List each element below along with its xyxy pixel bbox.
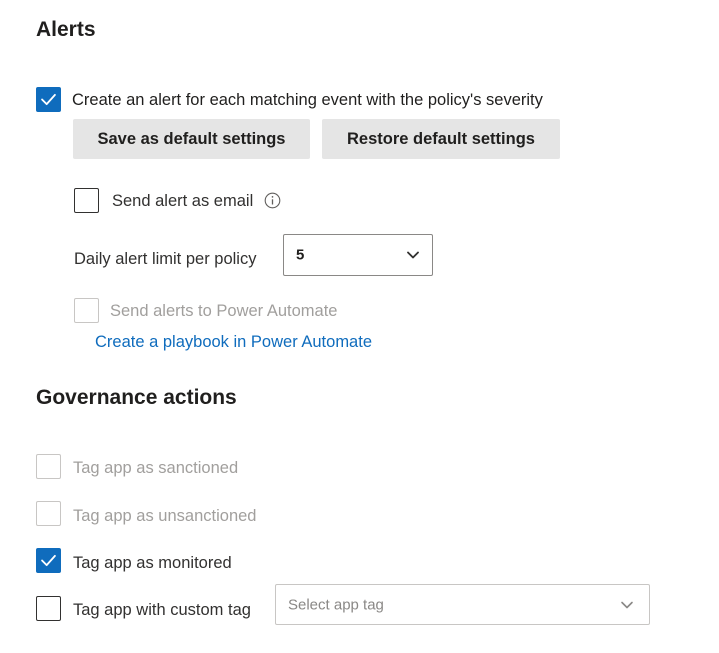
send-email-checkbox[interactable] xyxy=(74,188,99,213)
create-alert-checkbox[interactable] xyxy=(36,87,61,112)
alerts-section-title: Alerts xyxy=(36,18,96,41)
power-automate-checkbox xyxy=(74,298,99,323)
create-alert-label: Create an alert for each matching event … xyxy=(72,91,543,109)
save-default-settings-button[interactable]: Save as default settings xyxy=(73,119,310,159)
tag-sanctioned-label: Tag app as sanctioned xyxy=(73,459,239,477)
chevron-down-icon xyxy=(407,251,419,259)
daily-alert-limit-value: 5 xyxy=(296,246,305,264)
custom-tag-placeholder: Select app tag xyxy=(288,596,384,613)
info-icon[interactable] xyxy=(264,192,281,209)
tag-custom-label: Tag app with custom tag xyxy=(73,601,251,619)
checkmark-icon xyxy=(41,93,56,106)
custom-tag-dropdown[interactable]: Select app tag xyxy=(275,584,650,625)
send-email-label: Send alert as email xyxy=(112,192,254,210)
checkmark-icon xyxy=(41,554,56,567)
power-automate-label: Send alerts to Power Automate xyxy=(110,302,338,320)
tag-custom-checkbox[interactable] xyxy=(36,596,61,621)
governance-section-title: Governance actions xyxy=(36,386,237,409)
restore-default-settings-button[interactable]: Restore default settings xyxy=(322,119,560,159)
tag-monitored-label: Tag app as monitored xyxy=(73,554,232,572)
create-playbook-link[interactable]: Create a playbook in Power Automate xyxy=(95,331,372,353)
daily-alert-limit-label: Daily alert limit per policy xyxy=(74,250,257,268)
tag-monitored-checkbox[interactable] xyxy=(36,548,61,573)
tag-unsanctioned-label: Tag app as unsanctioned xyxy=(73,507,257,525)
tag-unsanctioned-checkbox xyxy=(36,501,61,526)
daily-alert-limit-dropdown[interactable]: 5 xyxy=(283,234,433,276)
chevron-down-icon xyxy=(621,601,633,608)
tag-sanctioned-checkbox xyxy=(36,454,61,479)
